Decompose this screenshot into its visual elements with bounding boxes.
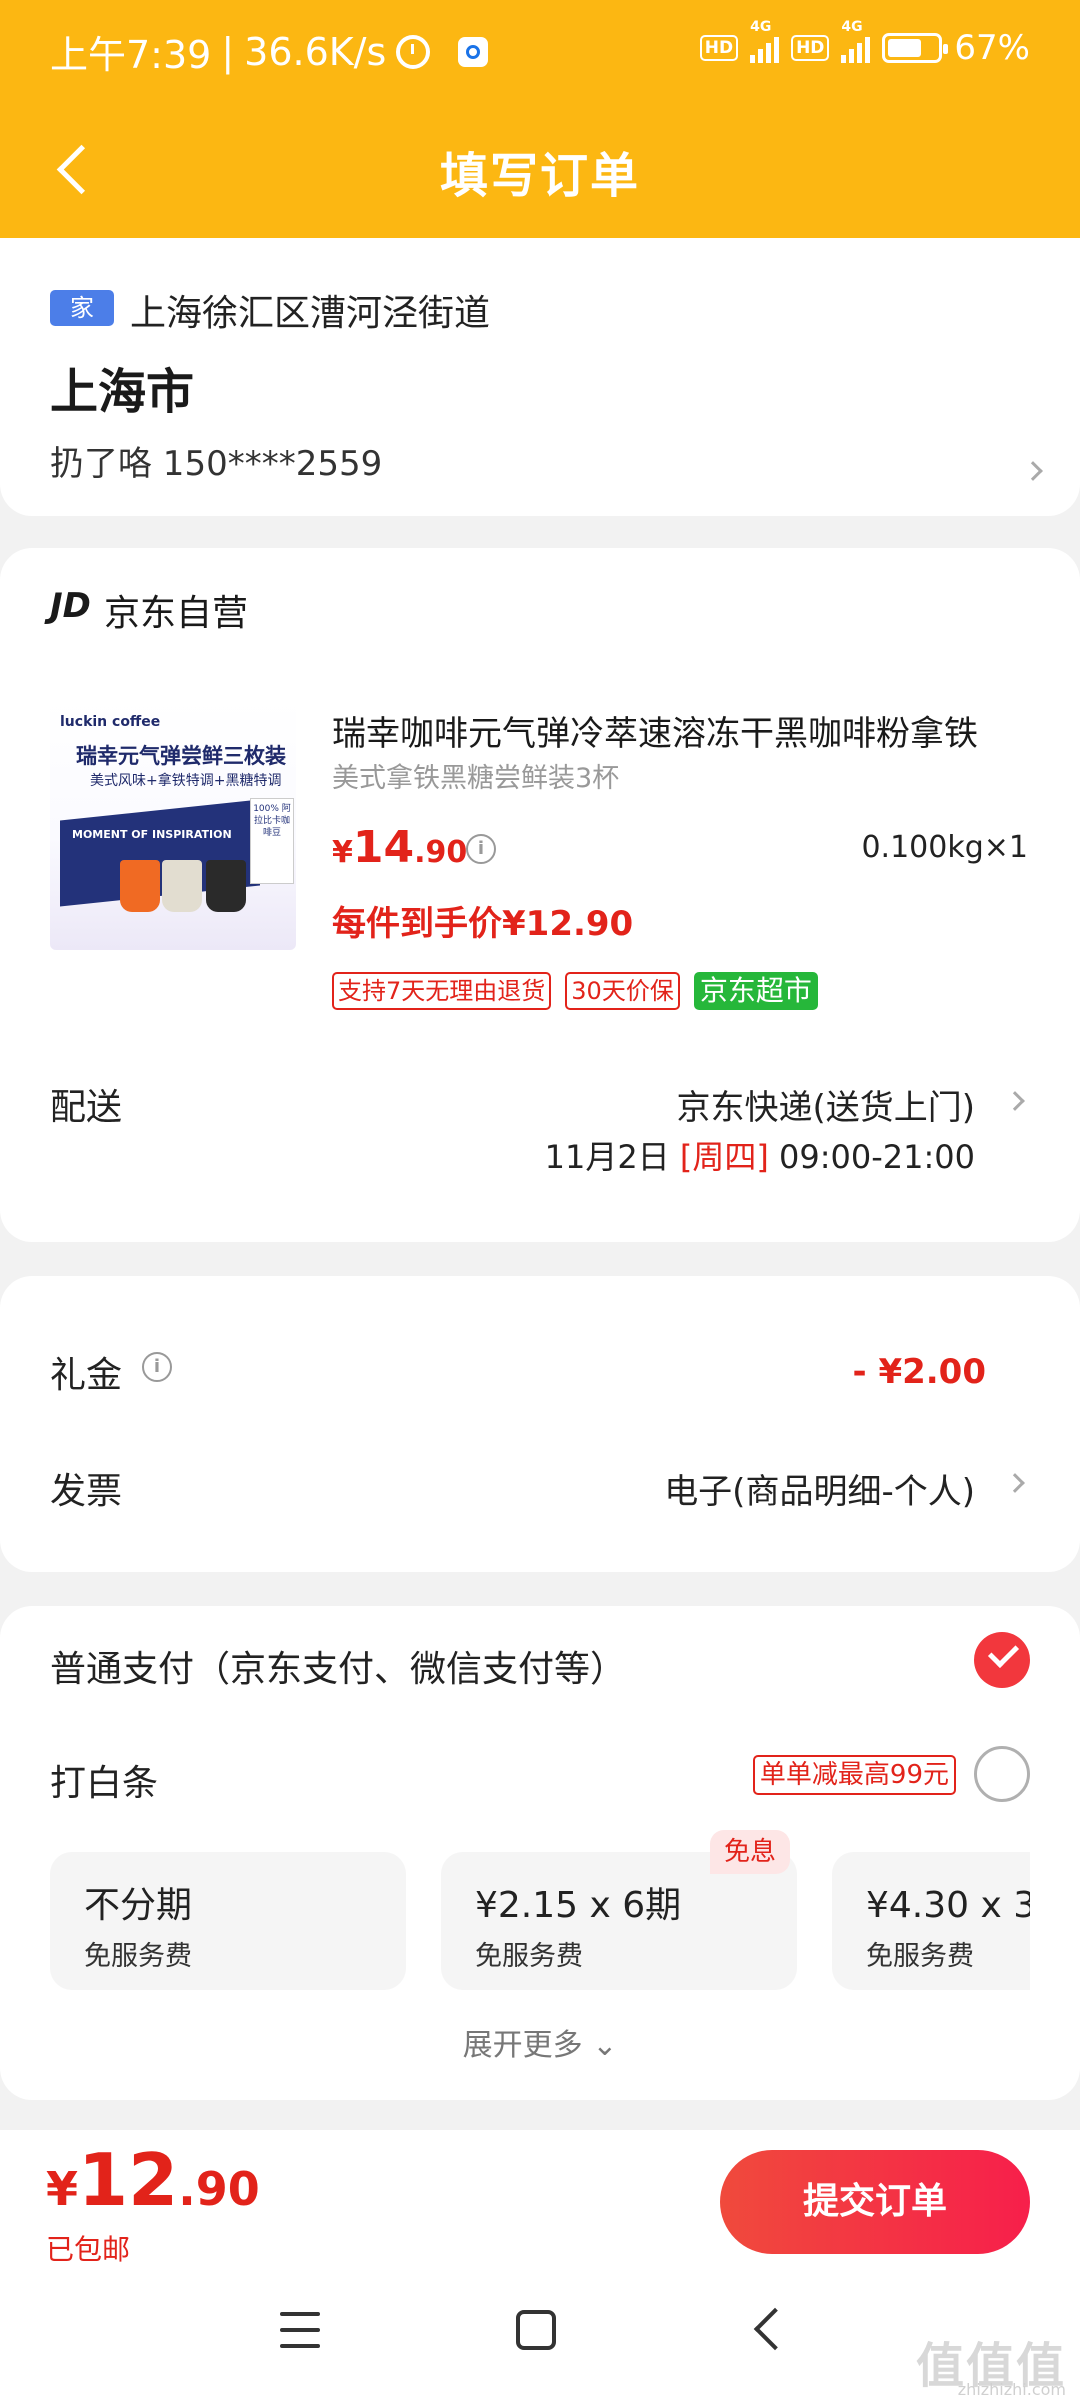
delivery-method[interactable]: 京东快递(送货上门) (676, 1080, 975, 1129)
store-name: 京东自营 (104, 593, 249, 634)
info-icon[interactable]: i (142, 1352, 172, 1382)
tag-price-protect: 30天价保 (565, 972, 680, 1010)
battery-fill (888, 39, 921, 57)
baitiao-label[interactable]: 打白条 (50, 1754, 158, 1806)
hd-icon-2: HD (791, 35, 830, 61)
invoice-value[interactable]: 电子(商品明细-个人) (664, 1464, 975, 1513)
baitiao-promo-tag: 单单减最高99元 (752, 1755, 956, 1795)
hd-icon: HD (699, 35, 739, 61)
product-image-brand: luckin coffee (60, 714, 161, 730)
alarm-icon (396, 34, 431, 69)
gift-value[interactable]: - ¥2.00 (853, 1352, 987, 1392)
status-time: 上午7:39 (50, 33, 212, 77)
network-type: 4G (750, 19, 772, 35)
battery-percent: 67% (954, 28, 1030, 68)
installment-title: ¥4.30 x 3期 (866, 1885, 1030, 1926)
installment-option[interactable]: ¥4.30 x 3期 免服务费 (832, 1852, 1030, 1990)
network-type-2: 4G (841, 19, 863, 35)
tag-return: 支持7天无理由退货 (332, 972, 552, 1010)
status-right: HD 4G HD 4G 67% (699, 19, 1030, 68)
price-symbol: ¥ (332, 835, 353, 870)
status-bar: 上午7:39 | 36.6K/s HD 4G HD 4G 67% (0, 0, 1080, 96)
jd-logo: JD (50, 586, 91, 626)
network-speed: 36.6K/s (244, 29, 387, 74)
total-integer: 12 (78, 2138, 179, 2222)
expand-more-button[interactable]: 展开更多 ⌄ (0, 2020, 1080, 2064)
total-symbol: ¥ (46, 2162, 79, 2216)
installment-sub: 免服务费 (475, 1941, 583, 1972)
cup-beige (162, 860, 202, 912)
total-decimal: .90 (178, 2162, 260, 2216)
delivery-time[interactable]: 11月2日 [周四] 09:00-21:00 (545, 1132, 975, 1178)
menu-icon[interactable] (280, 2312, 320, 2348)
delivery-date: 11月2日 (544, 1138, 680, 1176)
interest-free-tag: 免息 (710, 1830, 791, 1874)
shipping-note: 已包邮 (46, 2233, 131, 2266)
product-weight-qty: 0.100kg×1 (861, 830, 1028, 865)
watermark-url: zhizhizhi.com (957, 2380, 1066, 2399)
product-image-subtitle: 美式风味+拿铁特调+黑糖特调 (90, 773, 282, 789)
delivery-weekday: [周四] (679, 1138, 769, 1176)
price-integer: 14 (352, 822, 415, 873)
product-image-title: 瑞幸元气弹尝鲜三枚装 (76, 744, 286, 768)
signal-icon: 4G (750, 19, 780, 63)
cup-black (206, 860, 246, 912)
product-name[interactable]: 瑞幸咖啡元气弹冷萃速溶冻干黑咖啡粉拿铁 (332, 706, 1022, 755)
installment-sub: 免服务费 (866, 1941, 974, 1972)
product-spec: 美式拿铁黑糖尝鲜装3杯 (332, 763, 620, 794)
product-image[interactable]: luckin coffee 瑞幸元气弹尝鲜三枚装 美式风味+拿铁特调+黑糖特调 … (50, 700, 296, 950)
app-header: 上午7:39 | 36.6K/s HD 4G HD 4G 67% 填写订单 (0, 0, 1080, 238)
product-box-text: MOMENT OF INSPIRATION (72, 828, 232, 841)
radio-unchecked-icon[interactable] (974, 1746, 1030, 1802)
normal-payment-label[interactable]: 普通支付（京东支付、微信支付等） (50, 1640, 626, 1692)
page-title: 填写订单 (439, 148, 640, 204)
delivery-window: 09:00-21:00 (768, 1138, 975, 1176)
cup-orange (120, 860, 160, 912)
gift-label: 礼金 (50, 1355, 123, 1396)
battery-icon (882, 33, 949, 63)
delivery-label: 配送 (50, 1087, 123, 1128)
product-side-label: 100% 阿拉比卡咖啡豆 (250, 798, 294, 884)
price-decimal: .90 (414, 835, 468, 870)
status-divider: | (221, 29, 235, 74)
product-tags: 支持7天无理由退货 30天价保 京东超市 (332, 972, 818, 1010)
tag-supermarket: 京东超市 (693, 972, 818, 1010)
installment-title: ¥2.15 x 6期 (475, 1885, 682, 1926)
installment-list: 不分期 免服务费 ¥2.15 x 6期 免服务费 ¥4.30 x 3期 免服务费 (50, 1852, 1030, 1992)
gift-invoice-card (0, 1276, 1080, 1572)
address-city: 上海市 (50, 364, 195, 420)
check-icon[interactable] (974, 1632, 1030, 1688)
installment-sub: 免服务费 (84, 1941, 192, 1972)
unit-price: 每件到手价¥12.90 (332, 904, 634, 944)
installment-option[interactable]: 不分期 免服务费 (50, 1852, 406, 1990)
invoice-label: 发票 (50, 1471, 123, 1512)
status-left: 上午7:39 | 36.6K/s (50, 24, 489, 79)
app-icon (458, 36, 489, 67)
installment-title: 不分期 (84, 1885, 193, 1926)
total-price: ¥12.90 (46, 2138, 260, 2222)
home-icon[interactable] (516, 2310, 556, 2350)
address-tag: 家 (50, 290, 114, 326)
product-price: ¥14.90 (332, 822, 467, 873)
address-contact: 扔了咯 150****2559 (50, 444, 383, 484)
address-line: 上海徐汇区漕河泾街道 (130, 293, 491, 334)
chevron-right-icon (1023, 461, 1043, 481)
submit-order-button[interactable]: 提交订单 (720, 2150, 1030, 2254)
signal-icon-2: 4G (841, 19, 871, 63)
info-icon[interactable]: i (466, 834, 496, 864)
